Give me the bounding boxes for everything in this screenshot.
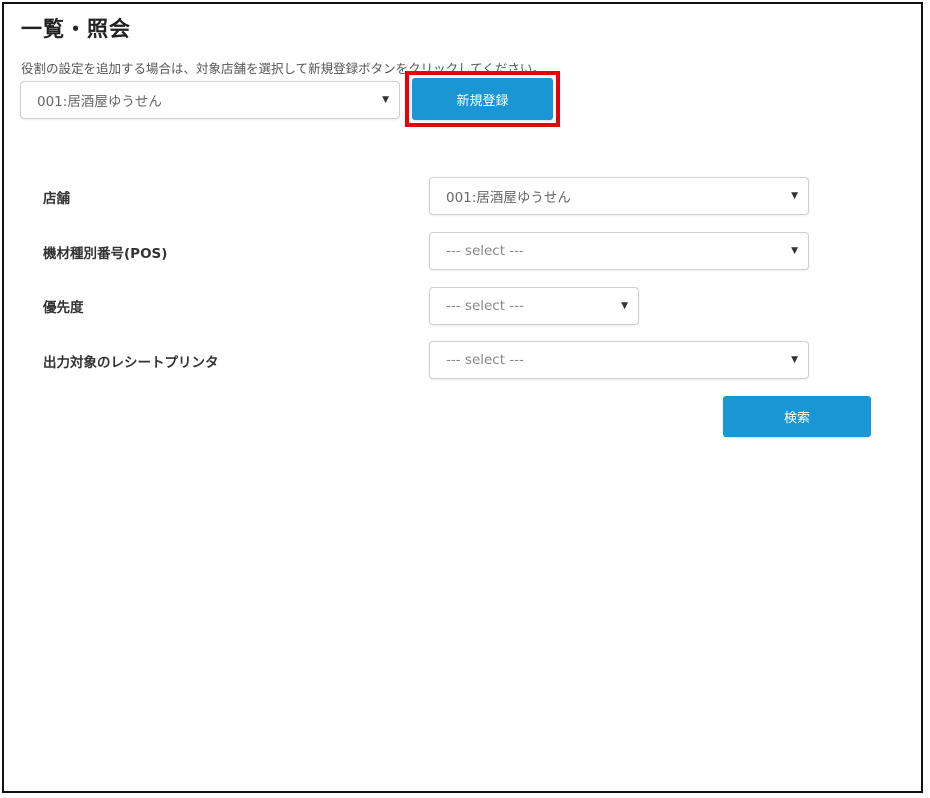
caret-down-icon: ▼ [382,95,389,105]
device-type-label: 機材種別番号(POS) [43,246,168,262]
receipt-printer-select-value: --- select --- [446,352,524,368]
store-select[interactable]: 001:居酒屋ゆうせん ▼ [429,177,809,215]
search-button[interactable]: 検索 [723,396,871,437]
caret-down-icon: ▼ [621,301,628,311]
new-registration-button[interactable]: 新規登録 [412,78,553,120]
receipt-printer-label: 出力対象のレシートプリンタ [43,355,219,371]
store-select-top[interactable]: 001:居酒屋ゆうせん ▼ [20,81,400,119]
priority-label: 優先度 [43,300,84,316]
store-select-value: 001:居酒屋ゆうせん [446,190,571,206]
priority-select-value: --- select --- [446,298,524,314]
caret-down-icon: ▼ [791,191,798,201]
caret-down-icon: ▼ [791,246,798,256]
priority-select[interactable]: --- select --- ▼ [429,287,639,325]
device-type-select-value: --- select --- [446,243,524,259]
store-label: 店舗 [43,191,70,207]
content-panel: 一覧・照会 役割の設定を追加する場合は、対象店舗を選択して新規登録ボタンをクリッ… [2,2,923,793]
caret-down-icon: ▼ [791,355,798,365]
device-type-select[interactable]: --- select --- ▼ [429,232,809,270]
receipt-printer-select[interactable]: --- select --- ▼ [429,341,809,379]
store-select-top-value: 001:居酒屋ゆうせん [37,94,162,110]
page-title: 一覧・照会 [21,17,131,41]
